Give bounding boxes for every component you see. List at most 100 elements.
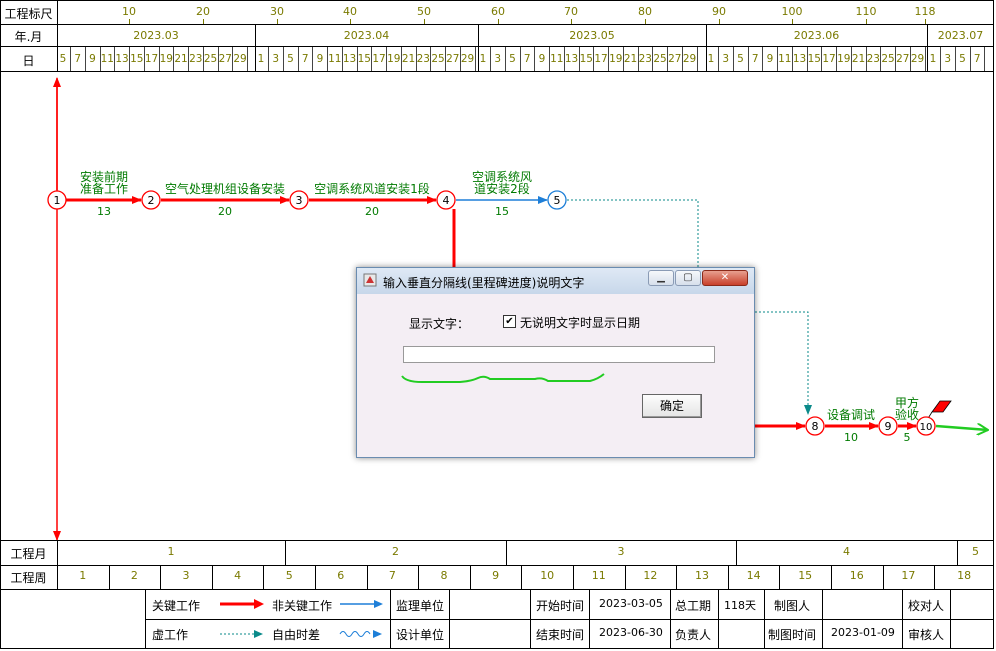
project-week-divider [211,565,213,589]
display-text-input[interactable] [403,346,715,363]
project-week-cell: 17 [901,569,916,582]
dummy-link-5[interactable] [567,199,699,268]
project-week-divider [831,565,832,589]
owner-label: 负责人 [675,628,712,642]
duration-value: 118天 [724,599,756,612]
node-number: 2 [148,194,155,207]
info-divider [449,589,450,649]
project-week-divider [779,565,781,589]
task-duration: 5 [903,431,911,444]
project-week-cell: 11 [591,569,606,582]
info-divider [390,589,391,649]
project-week-cell: 12 [643,569,658,582]
project-week-divider [521,565,523,589]
dialog-titlebar[interactable]: 输入垂直分隔线(里程碑进度)说明文字 ▁ ▢ ✕ [357,268,754,294]
info-divider [822,589,823,649]
task-duration: 15 [495,205,509,218]
legend-design-label: 设计单位 [396,628,445,642]
project-week-cell: 1 [79,569,87,582]
project-week-cell: 16 [849,569,864,582]
legend-free-float-wave [339,630,382,638]
legend-critical-arrow [220,599,264,609]
show-date-checkbox[interactable]: ✔ [503,315,516,328]
legend-dummy-arrow [220,630,263,638]
project-week-divider [315,565,316,589]
footer-divider [0,589,994,590]
green-brace-annotation [401,373,605,383]
info-divider [670,589,671,649]
show-date-checkbox-label[interactable]: 无说明文字时显示日期 [520,314,640,331]
legend-critical-label: 关键工作 [152,599,201,613]
info-divider [718,589,719,649]
legend-free-float-label: 自由时差 [272,628,321,642]
project-week-cell: 10 [540,569,555,582]
info-divider [145,619,994,620]
node-number: 8 [812,420,819,433]
project-month-divider [736,540,737,565]
draw-time-value: 2023-01-09 [831,626,895,639]
project-week-divider [469,565,471,589]
minimize-icon: ▁ [657,272,665,283]
project-week-divider [108,565,110,589]
project-week-divider [676,565,678,589]
project-week-divider [366,565,368,589]
dummy-link-to-8[interactable] [755,311,812,415]
project-week-divider [882,565,884,589]
final-arrow[interactable] [935,426,988,430]
close-icon: ✕ [720,272,730,283]
project-week-divider [624,565,626,589]
project-month-cell: 5 [972,545,979,558]
maximize-button[interactable]: ▢ [675,270,701,286]
checker-label: 校对人 [908,599,945,613]
dialog-title: 输入垂直分隔线(里程碑进度)说明文字 [383,276,585,290]
project-week-cell: 4 [234,569,242,582]
node-number: 5 [554,194,561,207]
legend-noncritical-label: 非关键工作 [272,599,333,613]
task-name-line2: 验收 [894,408,919,422]
project-week-label: 工程周 [10,571,47,585]
close-button[interactable]: ✕ [702,270,748,286]
end-time-label: 结束时间 [536,628,585,642]
project-week-cell: 7 [388,569,396,582]
draw-time-label: 制图时间 [768,628,817,642]
project-week-cell: 14 [746,569,761,582]
milestone-text-dialog[interactable]: 输入垂直分隔线(里程碑进度)说明文字 ▁ ▢ ✕ 显示文字： ✔ 无说明文字时显… [356,267,755,458]
project-week-divider [418,565,420,589]
project-week-cell: 15 [798,569,813,582]
start-time-label: 开始时间 [536,599,585,613]
drafter-label: 制图人 [774,599,811,613]
info-divider [902,589,903,649]
project-month-label: 工程月 [10,547,47,561]
info-divider [589,589,590,649]
project-month-divider [285,540,286,565]
project-week-divider [263,565,265,589]
task-duration: 20 [365,205,379,218]
project-week-cell: 9 [492,569,500,582]
task-duration: 20 [218,205,232,218]
project-week-divider [934,565,936,589]
project-week-cell: 3 [182,569,190,582]
info-divider [950,589,951,649]
legend-noncritical-arrow [340,600,383,608]
project-week-cell: 5 [285,569,293,582]
node-number: 1 [54,194,61,207]
info-divider [764,589,765,649]
dialog-body: 显示文字： ✔ 无说明文字时显示日期 确定 [364,294,747,452]
node-number: 4 [443,194,450,207]
info-divider [530,589,531,649]
task-name: 空气处理机组设备安装 [164,182,285,196]
project-week-cell: 8 [440,569,448,582]
project-month-cell: 2 [392,545,399,558]
duration-label: 总工期 [675,599,712,613]
project-month-cell: 3 [617,545,625,558]
ok-button[interactable]: 确定 [642,394,702,418]
project-week-divider [727,565,729,589]
minimize-button[interactable]: ▁ [648,270,674,286]
info-divider [145,589,146,649]
end-time-value: 2023-06-30 [599,626,663,639]
project-week-cell: 18 [957,569,972,582]
project-week-divider [573,565,574,589]
footer-divider [0,540,994,541]
legend-dummy-label: 虚工作 [152,628,189,642]
project-month-divider [506,540,507,565]
